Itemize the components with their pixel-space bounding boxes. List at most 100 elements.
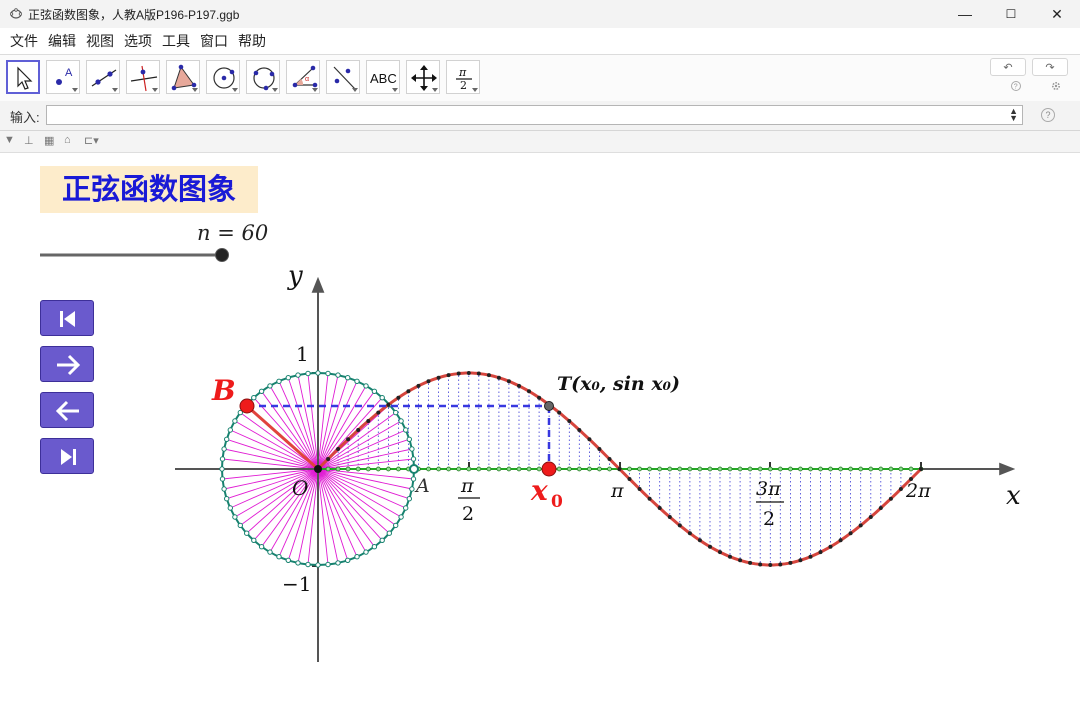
grid-toggle-icon[interactable]: ▦ [44,134,54,147]
input-field[interactable]: ▲ ▼ [46,105,1023,125]
input-help-icon[interactable]: ? [1041,108,1055,122]
slider-handle[interactable] [215,248,229,262]
minimize-button[interactable]: — [942,0,988,28]
next-step-button[interactable] [40,346,94,382]
move-tool[interactable] [6,60,40,94]
axis-sample-point [476,466,482,472]
page-title: 正弦函数图象 [40,166,258,213]
point-T[interactable] [544,401,554,411]
slider-tool[interactable]: π 2 [446,60,480,94]
axis-sample-point [345,466,351,472]
curve-sample-point [376,410,381,415]
curve-sample-point [416,383,421,388]
point-A[interactable] [409,464,419,474]
axis-sample-point [828,466,833,472]
curve-sample-point [858,523,863,528]
axis-sample-point [868,466,874,472]
radius-line [278,381,319,470]
menu-options[interactable]: 选项 [124,31,152,51]
axes-toggle-icon[interactable]: ⊥ [24,134,34,147]
axis-sample-point [325,466,331,472]
axis-sample-point [838,466,843,472]
axis-sample-point [788,466,793,472]
circle-through-points-tool[interactable] [246,60,280,94]
axis-sample-point [767,466,773,472]
axis-sample-point [486,466,492,472]
previous-step-button[interactable] [40,392,94,428]
maximize-button[interactable]: ☐ [988,0,1034,28]
axis-sample-point [657,466,663,472]
svg-text:?: ? [1014,84,1018,91]
last-step-button[interactable] [40,438,94,474]
axis-sample-point [335,466,341,472]
menu-file[interactable]: 文件 [10,31,38,51]
curve-sample-point [486,373,491,378]
axis-sample-point [516,466,522,472]
curve-sample-point [718,550,722,555]
history-arrows-icon[interactable]: ▲ ▼ [1009,107,1018,123]
curve-sample-point [456,371,461,376]
text-tool[interactable]: ABC [366,60,400,94]
style-bar: ▼ ⊥ ▦ ⌂ ⊏▾ [0,131,1080,153]
circle-sample-point [410,456,417,462]
curve-sample-point [647,496,652,501]
point-tool[interactable]: A [46,60,80,94]
circle-sample-point [276,554,282,560]
axis-sample-point [436,466,441,472]
circle-sample-point [315,562,321,568]
circle-sample-point [295,560,301,566]
menu-view[interactable]: 视图 [86,31,114,51]
arrow-right-icon [57,354,81,376]
axis-sample-point [627,466,632,472]
circle-sample-point [251,537,257,543]
menu-help[interactable]: 帮助 [238,31,266,51]
axis-sample-point [818,466,823,472]
x-tick-pi-half-denominator: 2 [462,503,474,525]
angle-tool[interactable]: α [286,60,320,94]
axis-sample-point [556,466,562,472]
undo-button[interactable]: ↶ [990,58,1026,76]
curve-sample-point [808,554,813,559]
help-icon[interactable]: ? [1010,80,1022,92]
undo-redo-group: ↶ ↷ [984,58,1068,76]
redo-button[interactable]: ↷ [1032,58,1068,76]
first-step-button[interactable] [40,300,94,336]
point-capture-icon[interactable]: ⊏▾ [84,134,99,147]
curve-sample-point [898,487,903,491]
axis-sample-point [697,466,703,472]
menu-tools[interactable]: 工具 [162,31,190,51]
reflect-tool[interactable] [326,60,360,94]
axis-sample-point [747,466,753,472]
graphics-view[interactable]: x y O A B x 0 T(x₀, sin x₀) 1 −1 π 2 π 3… [0,152,1080,722]
input-bar: 输入: ▲ ▼ ? [0,101,1080,131]
home-icon[interactable]: ⌂ [64,134,71,146]
menu-window[interactable]: 窗口 [200,31,228,51]
move-graphics-view-tool[interactable] [406,60,440,94]
toggle-style-bar-icon[interactable]: ▼ [4,134,15,146]
axis-sample-point [727,466,733,472]
arrow-left-icon [55,400,79,422]
close-button[interactable]: ✕ [1034,0,1080,28]
radius-line [317,381,358,470]
line-tool[interactable] [86,60,120,94]
perpendicular-line-tool[interactable] [126,60,160,94]
origin-point[interactable] [314,465,322,473]
circle-sample-point [345,557,351,563]
axis-sample-point [707,466,713,472]
curve-sample-point [788,560,793,565]
circle-sample-point [232,514,238,520]
curve-sample-point [557,410,562,415]
point-x0-subscript: 0 [551,492,563,512]
circle-tool[interactable] [206,60,240,94]
circle-sample-point [345,375,351,381]
curve-sample-point [728,554,732,559]
polygon-tool[interactable] [166,60,200,94]
axis-sample-point [466,466,472,472]
circle-sample-point [285,375,291,381]
point-B[interactable] [239,398,255,414]
gear-icon[interactable] [1050,80,1062,92]
x-tick-3pi-half-denominator: 2 [763,508,775,530]
curve-sample-point [697,538,702,543]
circle-sample-point [335,372,341,378]
menu-edit[interactable]: 编辑 [48,31,76,51]
